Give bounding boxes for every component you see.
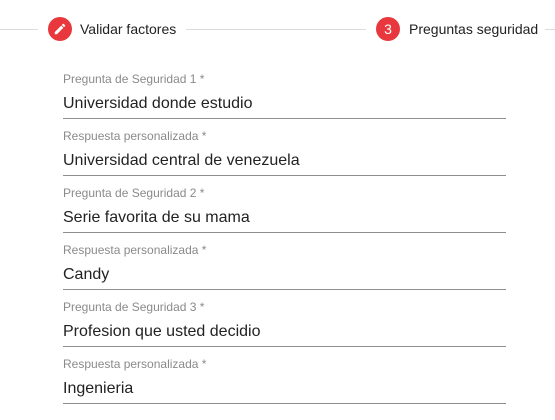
stepper-connector-left xyxy=(0,29,38,30)
stepper-connector-middle xyxy=(186,29,366,30)
step-label-validar-factores[interactable]: Validar factores xyxy=(80,20,176,38)
security-answer-2-label: Respuesta personalizada * xyxy=(63,243,207,257)
field-underline xyxy=(63,289,506,290)
field-underline xyxy=(63,118,506,119)
security-answer-3-label: Respuesta personalizada * xyxy=(63,357,207,371)
stepper: Validar factores 3 Preguntas seguridad xyxy=(0,0,555,58)
field-underline xyxy=(63,232,506,233)
security-question-2-input[interactable]: Serie favorita de su mama xyxy=(63,208,250,228)
field-underline xyxy=(63,175,506,176)
field-underline xyxy=(63,403,506,404)
security-question-1-input[interactable]: Universidad donde estudio xyxy=(63,94,252,114)
pencil-icon xyxy=(54,23,66,35)
security-answer-2-input[interactable]: Candy xyxy=(63,265,109,285)
step-3-number-badge[interactable]: 3 xyxy=(376,17,400,41)
security-question-3-label: Pregunta de Seguridad 3 * xyxy=(63,300,205,314)
step-label-preguntas-seguridad[interactable]: Preguntas seguridad xyxy=(409,20,538,38)
stepper-connector-right xyxy=(545,29,555,30)
security-question-2-label: Pregunta de Seguridad 2 * xyxy=(63,186,205,200)
field-underline xyxy=(63,346,506,347)
security-answer-1-input[interactable]: Universidad central de venezuela xyxy=(63,151,300,171)
security-question-1-label: Pregunta de Seguridad 1 * xyxy=(63,72,205,86)
security-question-3-input[interactable]: Profesion que usted decidio xyxy=(63,322,260,342)
step-2-edit-indicator[interactable] xyxy=(48,17,72,41)
security-answer-3-input[interactable]: Ingenieria xyxy=(63,379,133,399)
security-answer-1-label: Respuesta personalizada * xyxy=(63,129,207,143)
security-questions-page: Validar factores 3 Preguntas seguridad P… xyxy=(0,0,555,420)
